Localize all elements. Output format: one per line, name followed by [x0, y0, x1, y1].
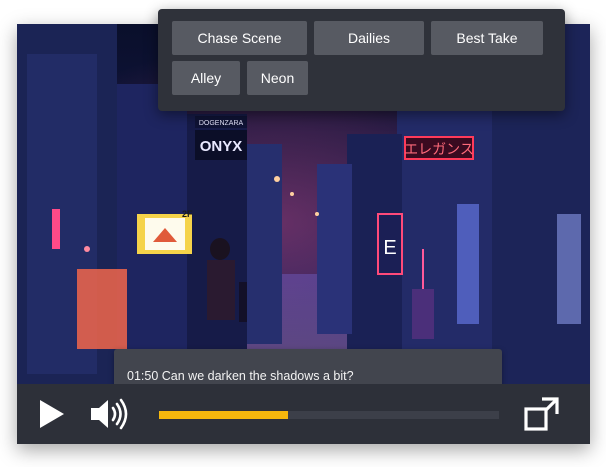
sign-dogenzara: DOGENZARA	[199, 120, 244, 127]
tag-panel: Chase Scene Dailies Best Take Alley Neon	[158, 9, 565, 111]
progress-bar[interactable]	[159, 411, 499, 419]
play-button[interactable]	[35, 397, 69, 431]
tag-best-take[interactable]: Best Take	[431, 21, 543, 55]
comment-timestamp: 01:50	[127, 369, 159, 383]
stage: DOGENZARA ONYX エレガンス 2F E 01:50 Can we d…	[0, 0, 606, 467]
sign-neon-japanese: エレガンス	[404, 142, 474, 158]
tag-chase-scene[interactable]: Chase Scene	[172, 21, 307, 55]
tag-alley[interactable]: Alley	[172, 61, 240, 95]
fullscreen-icon	[524, 397, 559, 431]
tag-neon[interactable]: Neon	[247, 61, 308, 95]
sign-floor: 2F	[182, 209, 193, 219]
sign-onyx: ONYX	[200, 138, 243, 155]
volume-icon	[91, 398, 128, 430]
tag-dailies[interactable]: Dailies	[314, 21, 424, 55]
player-controls	[17, 384, 590, 444]
volume-button[interactable]	[89, 397, 131, 431]
comment-text: 01:50 Can we darken the shadows a bit?	[127, 369, 354, 383]
sign-vertical: E	[383, 237, 396, 259]
play-icon	[40, 400, 64, 428]
comment-message: Can we darken the shadows a bit?	[161, 369, 354, 383]
progress-fill	[159, 411, 289, 419]
fullscreen-button[interactable]	[522, 395, 562, 433]
